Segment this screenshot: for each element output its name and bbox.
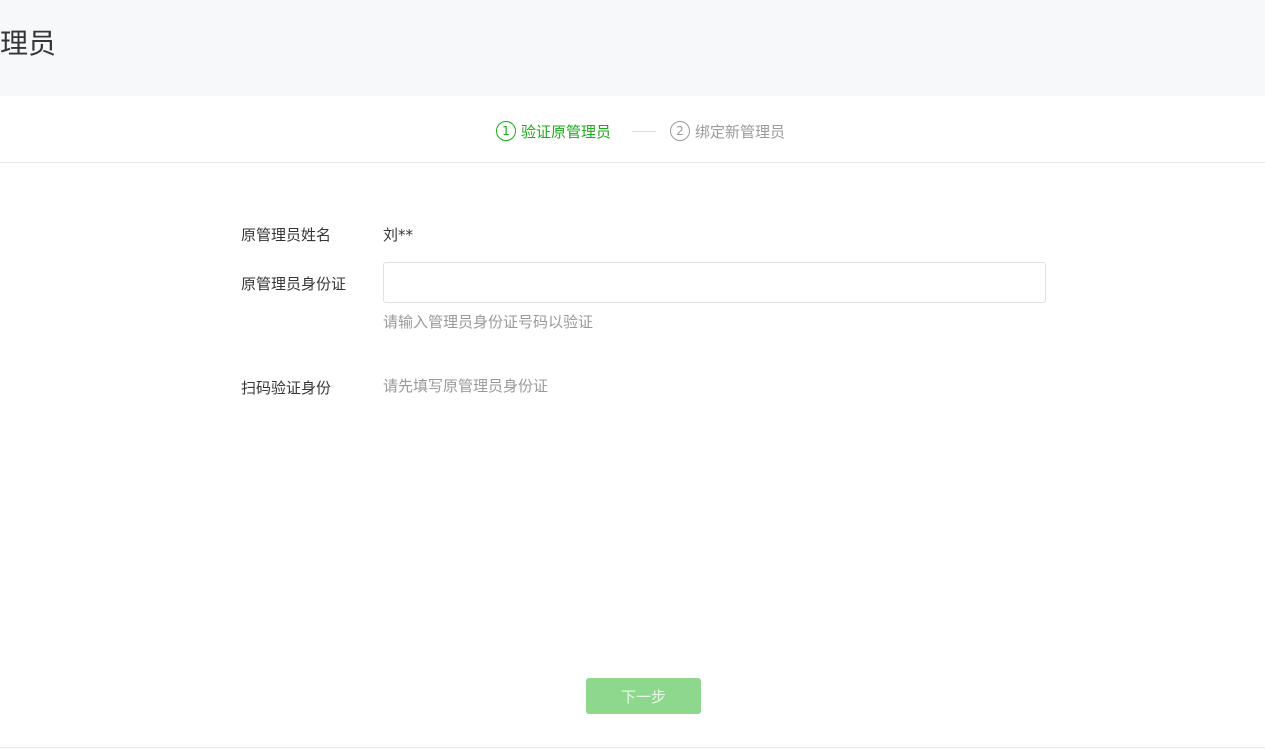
step-verify-original-admin: 1 验证原管理员 bbox=[496, 120, 611, 142]
id-card-hint: 请输入管理员身份证号码以验证 bbox=[383, 313, 594, 331]
page: 管理员 1 验证原管理员 2 绑定新管理员 原管理员姓名 刘** 原管理员身份证… bbox=[0, 0, 1265, 750]
scan-verify-hint: 请先填写原管理员身份证 bbox=[383, 377, 549, 395]
step-separator bbox=[632, 131, 656, 132]
page-header: 管理员 bbox=[0, 0, 1265, 96]
id-card-label: 原管理员身份证 bbox=[241, 275, 347, 293]
step-indicator: 1 验证原管理员 2 绑定新管理员 bbox=[0, 96, 1265, 163]
step-bind-new-admin: 2 绑定新管理员 bbox=[670, 120, 785, 142]
step-number-1: 1 bbox=[496, 121, 516, 141]
next-step-button[interactable]: 下一步 bbox=[586, 678, 701, 714]
scan-verify-label: 扫码验证身份 bbox=[241, 379, 332, 397]
page-title: 管理员 bbox=[0, 27, 57, 60]
step-number-2: 2 bbox=[670, 121, 690, 141]
id-card-input[interactable] bbox=[383, 262, 1046, 303]
step-label-2: 绑定新管理员 bbox=[695, 122, 786, 141]
name-value: 刘** bbox=[383, 226, 414, 244]
step-label-1: 验证原管理员 bbox=[521, 122, 612, 141]
name-label: 原管理员姓名 bbox=[241, 226, 332, 244]
bottom-divider bbox=[0, 747, 1265, 748]
